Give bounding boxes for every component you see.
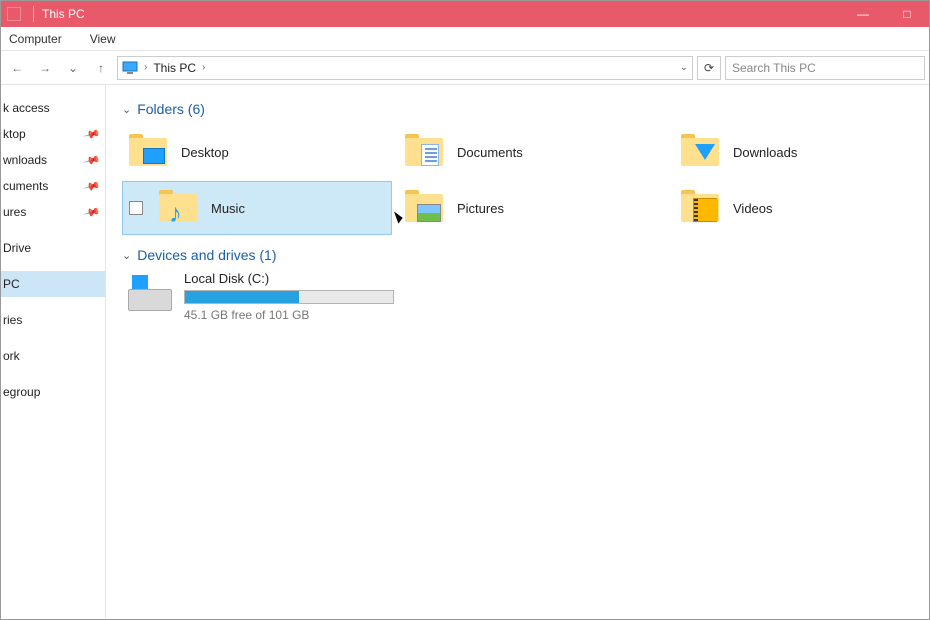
navigation-pane[interactable]: k access ktop 📌 wnloads 📌 cuments 📌 ures 📌 Drive P… — [1, 85, 106, 619]
forward-button[interactable]: → — [33, 56, 57, 80]
maximize-button[interactable]: □ — [885, 1, 929, 27]
sidebar-item[interactable]: ktop 📌 — [1, 121, 105, 147]
drive-usage-bar — [184, 290, 394, 304]
folder-label: Music — [211, 201, 245, 216]
sidebar-item-label: ries — [3, 313, 22, 327]
pin-icon: 📌 — [83, 203, 101, 221]
group-title: Folders (6) — [137, 101, 205, 117]
folder-label: Desktop — [181, 145, 229, 160]
address-bar[interactable]: › This PC › ⌄ — [117, 56, 693, 80]
sidebar-item-label: k access — [3, 101, 50, 115]
address-toolbar: ← → ⌄ ↑ › This PC › ⌄ ⟳ Search This PC — [1, 51, 929, 85]
minimize-button[interactable]: — — [841, 1, 885, 27]
pin-icon: 📌 — [83, 125, 101, 143]
address-dropdown-button[interactable]: ⌄ — [680, 62, 688, 73]
chevron-down-icon[interactable]: ⌄ — [122, 103, 131, 116]
folder-icon — [405, 190, 445, 226]
sidebar-item[interactable]: PC — [1, 271, 105, 297]
sidebar-item-label: ork — [3, 349, 20, 363]
up-button[interactable]: ↑ — [89, 56, 113, 80]
sidebar-item-label: egroup — [3, 385, 40, 399]
tab-computer[interactable]: Computer — [9, 28, 62, 50]
refresh-button[interactable]: ⟳ — [697, 56, 721, 80]
breadcrumb[interactable]: This PC — [153, 61, 196, 75]
folder-icon — [681, 134, 721, 170]
drives-list: Local Disk (C:) 45.1 GB free of 101 GB — [122, 271, 919, 322]
sidebar-item-label: PC — [3, 277, 20, 291]
folder-icon — [405, 134, 445, 170]
ribbon-tabs: Computer View — [1, 27, 929, 51]
search-input[interactable]: Search This PC — [725, 56, 925, 80]
back-button[interactable]: ← — [5, 56, 29, 80]
window-title: This PC — [42, 7, 85, 21]
sidebar-item[interactable]: egroup — [1, 379, 105, 405]
tab-view[interactable]: View — [90, 28, 116, 50]
folder-item-pictures[interactable]: Pictures — [398, 181, 668, 235]
group-header-folders[interactable]: ⌄ Folders (6) — [122, 101, 919, 117]
sidebar-item-label: ktop — [3, 127, 26, 141]
selection-checkbox[interactable] — [129, 201, 143, 215]
content-pane: ⌄ Folders (6) Desktop Documents Downloads M… — [106, 85, 929, 619]
sidebar-item-label: Drive — [3, 241, 31, 255]
sidebar-item-label: ures — [3, 205, 26, 219]
chevron-right-icon[interactable]: › — [144, 62, 147, 73]
folder-item-downloads[interactable]: Downloads — [674, 125, 929, 179]
drive-icon — [128, 271, 172, 311]
folder-item-documents[interactable]: Documents — [398, 125, 668, 179]
folder-icon — [681, 190, 721, 226]
drive-item[interactable]: Local Disk (C:) 45.1 GB free of 101 GB — [122, 271, 919, 322]
folder-label: Pictures — [457, 201, 504, 216]
group-header-drives[interactable]: ⌄ Devices and drives (1) — [122, 247, 919, 263]
folders-grid: Desktop Documents Downloads Music Pictures Vi… — [122, 125, 919, 235]
folder-label: Downloads — [733, 145, 797, 160]
sidebar-item-label: cuments — [3, 179, 48, 193]
recent-locations-button[interactable]: ⌄ — [61, 56, 85, 80]
folder-label: Videos — [733, 201, 773, 216]
drive-name: Local Disk (C:) — [184, 271, 394, 286]
search-placeholder: Search This PC — [732, 61, 816, 75]
chevron-down-icon[interactable]: ⌄ — [122, 249, 131, 262]
title-separator — [33, 6, 34, 22]
folder-icon — [159, 190, 199, 226]
sidebar-item[interactable]: cuments 📌 — [1, 173, 105, 199]
sidebar-item[interactable]: ork — [1, 343, 105, 369]
system-menu-icon[interactable] — [7, 7, 21, 21]
folder-icon — [129, 134, 169, 170]
title-bar: This PC — □ — [1, 1, 929, 27]
folder-label: Documents — [457, 145, 523, 160]
folder-item-videos[interactable]: Videos — [674, 181, 929, 235]
group-title: Devices and drives (1) — [137, 247, 276, 263]
sidebar-item[interactable]: k access — [1, 95, 105, 121]
sidebar-item[interactable]: wnloads 📌 — [1, 147, 105, 173]
sidebar-item[interactable]: Drive — [1, 235, 105, 261]
sidebar-item[interactable]: ries — [1, 307, 105, 333]
pin-icon: 📌 — [83, 151, 101, 169]
sidebar-item[interactable]: ures 📌 — [1, 199, 105, 225]
this-pc-icon — [122, 60, 138, 76]
drive-free-text: 45.1 GB free of 101 GB — [184, 308, 394, 322]
chevron-right-icon[interactable]: › — [202, 62, 205, 73]
folder-item-music[interactable]: Music — [122, 181, 392, 235]
folder-item-desktop[interactable]: Desktop — [122, 125, 392, 179]
sidebar-item-label: wnloads — [3, 153, 47, 167]
pin-icon: 📌 — [83, 177, 101, 195]
